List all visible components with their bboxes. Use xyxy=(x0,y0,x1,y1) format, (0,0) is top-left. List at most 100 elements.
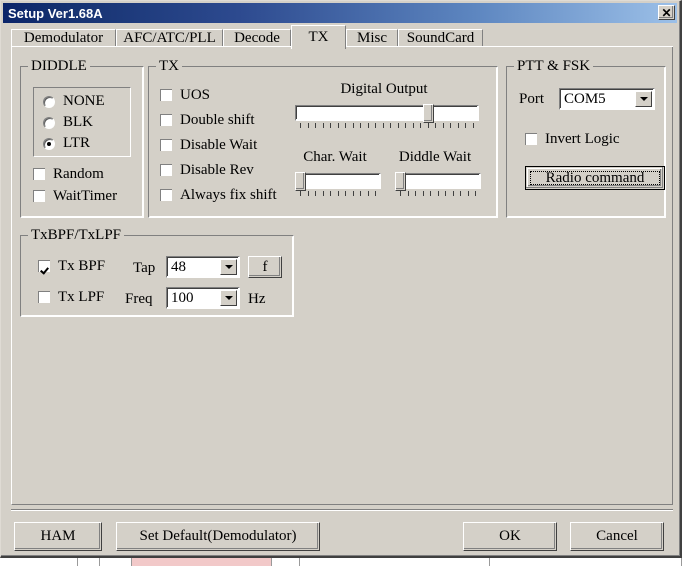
checkbox-double-shift[interactable]: Double shift xyxy=(160,112,255,129)
radio-diddle-blk[interactable]: BLK xyxy=(43,114,93,131)
checkbox-tx-bpf[interactable]: Tx BPF xyxy=(38,258,105,275)
slider-thumb[interactable] xyxy=(423,104,434,123)
radio-diddle-ltr[interactable]: LTR xyxy=(43,135,90,152)
slider-groove xyxy=(295,105,479,121)
radio-label: NONE xyxy=(63,93,105,109)
tab-label: AFC/ATC/PLL xyxy=(123,30,216,46)
checkbox-indicator xyxy=(160,89,173,102)
tx-group-title: TX xyxy=(156,58,182,75)
checkbox-disable-rev[interactable]: Disable Rev xyxy=(160,162,254,179)
tab-decode[interactable]: Decode xyxy=(223,29,291,47)
checkbox-waittimer[interactable]: WaitTimer xyxy=(33,188,117,205)
tab-tx[interactable]: TX xyxy=(291,25,346,49)
ham-button[interactable]: HAM xyxy=(14,522,102,551)
ptt-fsk-group-title: PTT & FSK xyxy=(514,58,594,75)
checkbox-label: Tx LPF xyxy=(58,289,105,305)
slider-ticks xyxy=(400,191,476,197)
slider-thumb[interactable] xyxy=(395,172,406,191)
radio-indicator xyxy=(43,95,55,108)
checkbox-indicator xyxy=(38,260,51,273)
tab-label: Demodulator xyxy=(23,30,104,46)
ham-button-label: HAM xyxy=(40,528,76,544)
tab-label: Decode xyxy=(234,30,280,46)
ptt-fsk-group: PTT & FSK Port COM5 Invert Logic Radio c… xyxy=(506,58,666,218)
txbpf-txlpf-group: TxBPF/TxLPF Tx BPF Tap 48 f Tx LPF Freq … xyxy=(20,227,294,317)
port-combo[interactable]: COM5 xyxy=(559,88,655,110)
checkbox-label: Double shift xyxy=(180,112,255,128)
tab-strip: Demodulator AFC/ATC/PLL Decode TX Misc S… xyxy=(11,25,673,49)
checkbox-label: Disable Rev xyxy=(180,162,254,178)
radio-indicator xyxy=(43,116,55,129)
radio-diddle-none[interactable]: NONE xyxy=(43,93,105,110)
slider-groove xyxy=(295,173,381,189)
checkbox-indicator xyxy=(160,139,173,152)
port-combo-value: COM5 xyxy=(564,91,606,107)
radio-command-button[interactable]: Radio command xyxy=(525,166,665,190)
tab-soundcard[interactable]: SoundCard xyxy=(398,29,483,47)
radio-indicator xyxy=(43,137,55,150)
title-bar[interactable]: Setup Ver1.68A ✕ xyxy=(3,3,677,23)
checkbox-label: Disable Wait xyxy=(180,137,258,153)
radio-label: LTR xyxy=(63,135,90,151)
cancel-button-label: Cancel xyxy=(596,528,638,544)
checkbox-tx-lpf[interactable]: Tx LPF xyxy=(38,289,104,306)
setup-dialog: Setup Ver1.68A ✕ Demodulator AFC/ATC/PLL… xyxy=(0,0,682,558)
checkbox-indicator xyxy=(33,190,46,203)
checkbox-indicator xyxy=(33,168,46,181)
tap-combo-value: 48 xyxy=(171,259,186,275)
tab-demodulator[interactable]: Demodulator xyxy=(11,29,116,47)
set-default-button-label: Set Default(Demodulator) xyxy=(139,528,297,544)
checkbox-indicator xyxy=(525,133,538,146)
freq-combo-dropdown-button[interactable] xyxy=(220,290,237,306)
tab-misc[interactable]: Misc xyxy=(346,29,398,47)
tab-afc-atc-pll[interactable]: AFC/ATC/PLL xyxy=(116,29,223,47)
close-button[interactable]: ✕ xyxy=(658,5,675,20)
window-title: Setup Ver1.68A xyxy=(8,5,103,21)
txbpf-group-title: TxBPF/TxLPF xyxy=(28,227,125,244)
radio-label: BLK xyxy=(63,114,93,130)
checkbox-indicator xyxy=(160,114,173,127)
checkbox-label: Random xyxy=(53,166,104,182)
checkbox-invert-logic[interactable]: Invert Logic xyxy=(525,131,620,148)
freq-combo-value: 100 xyxy=(171,290,194,306)
freq-combo[interactable]: 100 xyxy=(166,287,240,309)
digital-output-label: Digital Output xyxy=(340,81,428,97)
f-button-label: f xyxy=(262,258,268,275)
checkbox-indicator xyxy=(38,291,51,304)
checkbox-random[interactable]: Random xyxy=(33,166,104,183)
checkbox-label: UOS xyxy=(180,87,211,103)
slider-ticks xyxy=(300,191,376,197)
radio-command-button-label: Radio command xyxy=(545,169,645,186)
checkbox-always-fix-shift[interactable]: Always fix shift xyxy=(160,187,277,204)
tap-combo-dropdown-button[interactable] xyxy=(220,259,237,275)
footer-separator xyxy=(11,509,673,511)
char-wait-label: Char. Wait xyxy=(303,149,367,165)
tab-label: SoundCard xyxy=(406,30,475,46)
tab-label: TX xyxy=(308,29,329,45)
checkbox-indicator xyxy=(160,189,173,202)
tap-combo[interactable]: 48 xyxy=(166,256,240,278)
ok-button[interactable]: OK xyxy=(463,522,557,551)
ok-button-label: OK xyxy=(499,528,521,544)
port-combo-dropdown-button[interactable] xyxy=(635,91,652,107)
tab-page-tx: DIDDLE NONE BLK LTR Random WaitTimer TX … xyxy=(11,47,673,505)
slider-groove xyxy=(395,173,481,189)
checkbox-disable-wait[interactable]: Disable Wait xyxy=(160,137,257,154)
diddle-group: DIDDLE NONE BLK LTR Random WaitTimer xyxy=(20,58,144,218)
checkbox-label: Always fix shift xyxy=(180,187,277,203)
chevron-down-icon xyxy=(639,97,648,101)
cancel-button[interactable]: Cancel xyxy=(570,522,664,551)
slider-thumb[interactable] xyxy=(295,172,306,191)
chevron-down-icon xyxy=(224,265,233,269)
hz-label: Hz xyxy=(248,291,266,307)
freq-label: Freq xyxy=(125,291,153,307)
chevron-down-icon xyxy=(224,296,233,300)
close-icon: ✕ xyxy=(661,5,672,20)
tab-label: Misc xyxy=(357,30,387,46)
tx-group: TX UOS Double shift Disable Wait Disable… xyxy=(148,58,498,218)
set-default-button[interactable]: Set Default(Demodulator) xyxy=(116,522,320,551)
f-button[interactable]: f xyxy=(248,256,282,278)
checkbox-label: WaitTimer xyxy=(53,188,118,204)
checkbox-indicator xyxy=(160,164,173,177)
checkbox-uos[interactable]: UOS xyxy=(160,87,210,104)
